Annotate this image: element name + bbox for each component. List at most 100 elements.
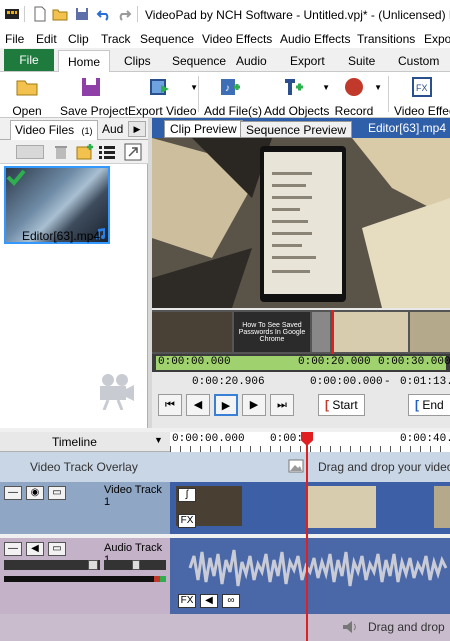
panel-splitter[interactable] bbox=[148, 118, 152, 428]
view-mode-dropdown[interactable] bbox=[16, 145, 44, 159]
timeline-playhead[interactable] bbox=[306, 432, 308, 641]
add-folder-icon[interactable] bbox=[76, 143, 94, 161]
export-video-label: Export Video bbox=[128, 104, 197, 118]
menu-edit[interactable]: Edit bbox=[36, 32, 57, 46]
set-end-button[interactable]: [ End bbox=[408, 394, 450, 416]
tab-file[interactable]: File bbox=[4, 49, 54, 71]
chevron-down-icon[interactable]: ▼ bbox=[190, 83, 198, 92]
set-start-button[interactable]: [ Start bbox=[318, 394, 365, 416]
tab-scroll-right-icon[interactable]: ▶ bbox=[128, 121, 146, 137]
go-to-start-button[interactable]: ⏮ bbox=[158, 394, 182, 416]
overlay-drop-hint: Drag and drop your video bbox=[318, 460, 450, 474]
menu-audio-effects[interactable]: Audio Effects bbox=[280, 32, 351, 46]
tab-video-files[interactable]: Video Files (1) bbox=[10, 120, 98, 140]
trash-icon[interactable] bbox=[54, 144, 68, 160]
video-effects-button[interactable]: FX Video Effect bbox=[394, 75, 450, 118]
play-button[interactable]: ▶ bbox=[214, 394, 238, 416]
end-bracket-icon: [ bbox=[415, 398, 419, 412]
collapse-track-icon[interactable]: — bbox=[4, 486, 22, 500]
audio-waveform bbox=[188, 549, 448, 587]
loop-icon[interactable]: ∞ bbox=[222, 594, 240, 608]
speaker-icon[interactable]: ◀ bbox=[200, 594, 218, 608]
tab-suite[interactable]: Suite bbox=[348, 50, 375, 72]
app-logo-icon bbox=[5, 9, 19, 19]
tab-sequence[interactable]: Sequence bbox=[172, 50, 226, 72]
video-track-name: Video Track 1 bbox=[104, 484, 162, 508]
image-placeholder-icon bbox=[288, 459, 304, 473]
export-video-button[interactable]: ▼ Export Video bbox=[128, 75, 198, 118]
undo-icon[interactable] bbox=[96, 6, 112, 22]
video-track-lane[interactable]: ∫ FX bbox=[170, 482, 450, 534]
chevron-down-icon[interactable]: ▼ bbox=[374, 83, 382, 92]
tab-audio-files[interactable]: Aud bbox=[98, 120, 127, 140]
new-file-icon[interactable] bbox=[32, 6, 48, 22]
menu-transitions[interactable]: Transitions bbox=[357, 32, 415, 46]
video-clip-3[interactable] bbox=[434, 486, 450, 528]
add-files-button[interactable]: ♪ Add File(s) bbox=[204, 75, 262, 118]
chevron-down-icon[interactable]: ▼ bbox=[154, 435, 163, 445]
clip-times-row: 0:00:20.906 0:00:00.000 - 0:01:13.0 bbox=[152, 374, 450, 390]
audio-drop-hint: Drag and drop bbox=[368, 620, 445, 634]
tab-audio[interactable]: Audio bbox=[236, 50, 267, 72]
tab-video-files-label: Video Files bbox=[15, 123, 75, 137]
preview-playhead bbox=[332, 310, 334, 354]
menu-clip[interactable]: Clip bbox=[68, 32, 89, 46]
menu-video-effects[interactable]: Video Effects bbox=[202, 32, 272, 46]
list-view-icon[interactable] bbox=[98, 144, 116, 160]
lock-icon[interactable]: ▭ bbox=[48, 486, 66, 500]
go-to-end-button[interactable]: ⏭ bbox=[270, 394, 294, 416]
tab-custom[interactable]: Custom bbox=[398, 50, 439, 72]
lock-icon[interactable]: ▭ bbox=[48, 542, 66, 556]
redo-icon[interactable] bbox=[116, 6, 132, 22]
save-icon[interactable] bbox=[74, 6, 90, 22]
video-effects-icon: FX bbox=[412, 77, 432, 97]
menu-file[interactable]: File bbox=[5, 32, 24, 46]
pan-slider[interactable] bbox=[104, 560, 166, 570]
step-forward-button[interactable]: ▶ bbox=[242, 394, 266, 416]
tab-clip-preview[interactable]: Clip Preview bbox=[164, 120, 243, 138]
tab-export[interactable]: Export bbox=[290, 50, 325, 72]
speaker-icon bbox=[343, 621, 356, 633]
video-camera-icon bbox=[100, 374, 134, 410]
fade-icon[interactable]: ∫ bbox=[178, 488, 196, 502]
svg-text:FX: FX bbox=[416, 83, 428, 93]
video-fx-button[interactable]: FX bbox=[178, 514, 196, 528]
menu-track[interactable]: Track bbox=[101, 32, 131, 46]
add-files-icon: ♪ bbox=[221, 79, 240, 95]
step-back-button[interactable]: ◀ bbox=[186, 394, 210, 416]
save-project-label: Save Project bbox=[60, 104, 129, 118]
audio-level-meter bbox=[4, 576, 166, 582]
clip-time-end: 0:00:30.000 bbox=[378, 356, 450, 368]
ruler-time-end: 0:00:40.0 bbox=[400, 433, 450, 445]
tab-video-files-count: (1) bbox=[81, 126, 93, 136]
video-preview[interactable] bbox=[152, 138, 450, 308]
editor-clip-label: Editor[63].mp4 bbox=[367, 121, 446, 135]
open-button[interactable]: Open bbox=[8, 75, 46, 118]
volume-slider[interactable] bbox=[4, 560, 100, 570]
video-track: — ◉ ▭ Video Track 1 ∫ FX bbox=[0, 482, 450, 534]
chevron-down-icon[interactable]: ▼ bbox=[322, 83, 330, 92]
audio-fx-button[interactable]: FX bbox=[178, 594, 196, 608]
menu-export[interactable]: Expor bbox=[424, 32, 450, 46]
audio-track-lane[interactable]: FX ◀ ∞ bbox=[170, 538, 450, 614]
video-clip-2[interactable] bbox=[306, 486, 376, 528]
undock-icon[interactable] bbox=[124, 143, 142, 161]
tab-clips[interactable]: Clips bbox=[124, 50, 151, 72]
speaker-icon[interactable]: ◀ bbox=[26, 542, 44, 556]
open-label: Open bbox=[12, 104, 42, 118]
tab-home[interactable]: Home bbox=[58, 50, 110, 73]
tab-sequence-preview[interactable]: Sequence Preview bbox=[240, 121, 353, 138]
svg-text:♪: ♪ bbox=[225, 83, 230, 94]
ruler-time-start: 0:00:00.000 bbox=[172, 433, 245, 445]
record-button[interactable]: ▼ Record bbox=[334, 75, 382, 118]
collapse-track-icon[interactable]: — bbox=[4, 542, 22, 556]
out-time: 0:01:13.0 bbox=[400, 376, 450, 388]
eye-icon[interactable]: ◉ bbox=[26, 486, 44, 500]
video-effects-label: Video Effect bbox=[394, 104, 450, 118]
menu-bar: File Edit Clip Track Sequence Video Effe… bbox=[0, 30, 450, 48]
menu-sequence[interactable]: Sequence bbox=[140, 32, 194, 46]
add-objects-button[interactable]: ▼ Add Objects bbox=[264, 75, 330, 118]
save-project-button[interactable]: Save Project bbox=[60, 75, 129, 118]
clip-timeline-bar[interactable]: 0:00:00.000 0:00:20.000 0:00:30.000 bbox=[152, 354, 450, 372]
open-folder-icon[interactable] bbox=[52, 6, 68, 22]
